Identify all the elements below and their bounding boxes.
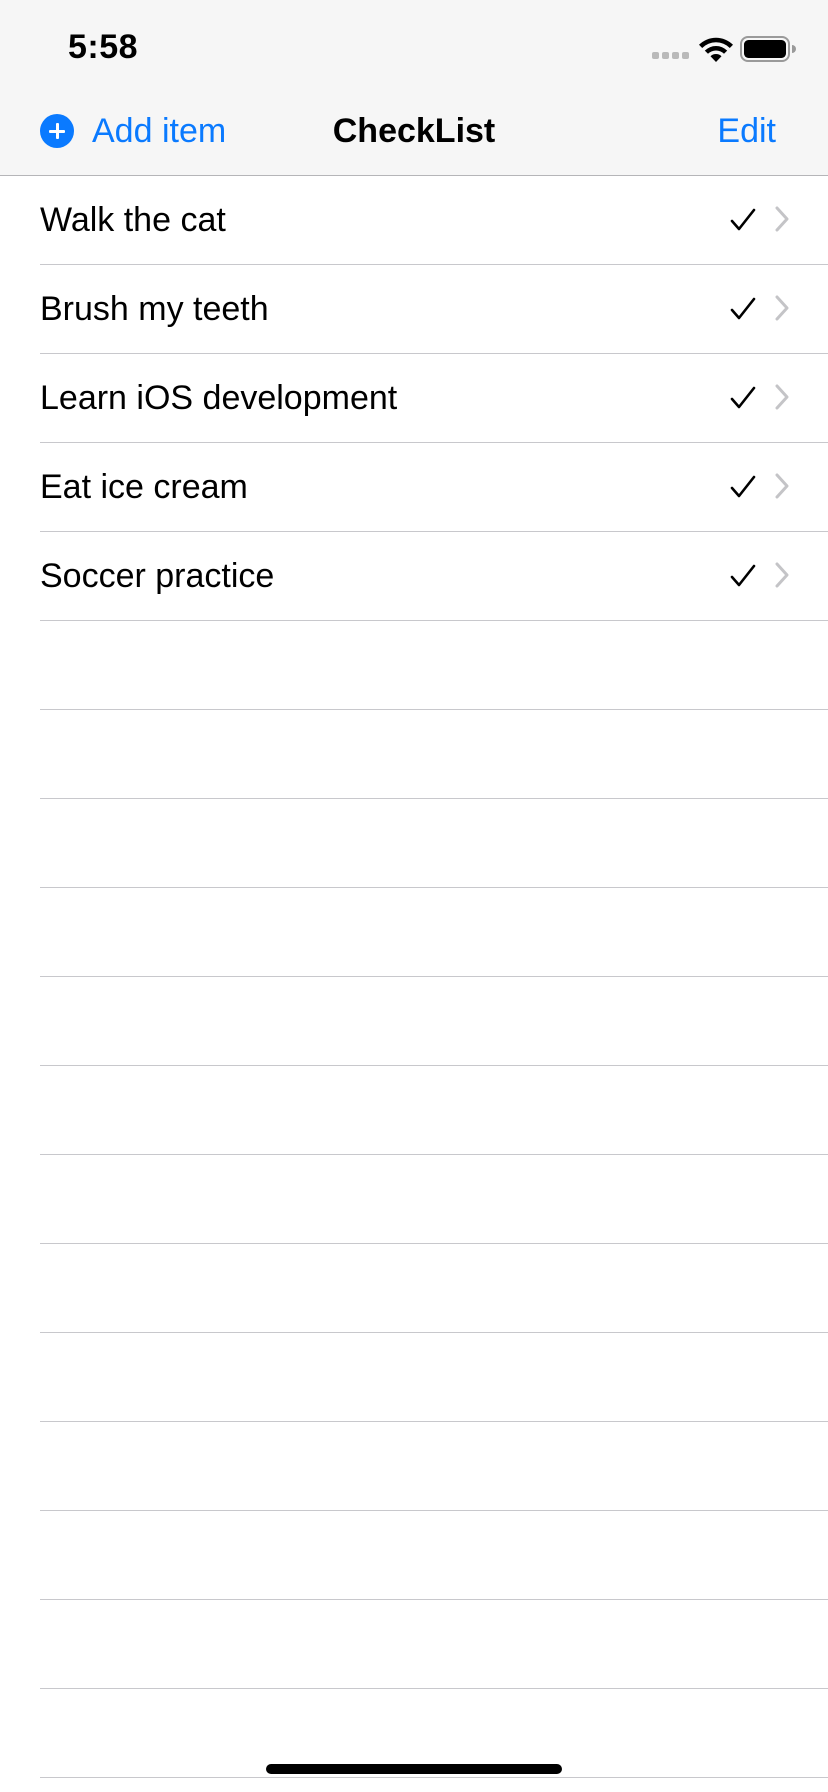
edit-button[interactable]: Edit bbox=[717, 108, 776, 154]
chevron-right-icon bbox=[775, 206, 789, 232]
chevron-right-icon bbox=[775, 473, 789, 499]
row-label: Eat ice cream bbox=[40, 468, 248, 506]
checkmark-icon bbox=[730, 208, 756, 231]
plus-circle-icon bbox=[40, 114, 74, 148]
navigation-bar: Add item CheckList Edit bbox=[0, 88, 828, 176]
row-label: Soccer practice bbox=[40, 557, 275, 595]
row-label: Learn iOS development bbox=[40, 379, 398, 417]
checklist-table: Walk the cat Brush my teeth Learn iOS de… bbox=[0, 176, 828, 1778]
table-row[interactable]: Soccer practice bbox=[40, 532, 828, 621]
chevron-right-icon bbox=[775, 384, 789, 410]
signal-icon bbox=[652, 52, 690, 60]
checkmark-icon bbox=[730, 475, 756, 498]
empty-row bbox=[40, 977, 828, 1066]
add-item-button[interactable]: Add item bbox=[40, 108, 226, 154]
status-bar: 5:58 bbox=[0, 0, 828, 88]
empty-row bbox=[40, 1155, 828, 1244]
empty-row bbox=[40, 888, 828, 977]
home-indicator[interactable] bbox=[266, 1764, 562, 1774]
empty-row bbox=[40, 799, 828, 888]
chevron-right-icon bbox=[775, 562, 789, 588]
chevron-right-icon bbox=[775, 295, 789, 321]
empty-row bbox=[40, 1333, 828, 1422]
checkmark-icon bbox=[730, 386, 756, 409]
empty-row bbox=[40, 1422, 828, 1511]
empty-row bbox=[40, 1066, 828, 1155]
wifi-icon bbox=[699, 37, 733, 62]
empty-row bbox=[40, 1244, 828, 1333]
add-item-label: Add item bbox=[92, 111, 227, 150]
empty-row bbox=[40, 710, 828, 799]
table-row[interactable]: Eat ice cream bbox=[40, 443, 828, 532]
empty-row bbox=[40, 1600, 828, 1689]
status-time: 5:58 bbox=[68, 28, 139, 66]
checklist-screen: 5:58 Add item CheckList Edit Walk the ca… bbox=[0, 0, 828, 1792]
table-row[interactable]: Brush my teeth bbox=[40, 265, 828, 354]
table-row[interactable]: Learn iOS development bbox=[40, 354, 828, 443]
table-row[interactable]: Walk the cat bbox=[40, 176, 828, 265]
battery-icon bbox=[740, 36, 796, 62]
checkmark-icon bbox=[730, 564, 756, 587]
row-label: Brush my teeth bbox=[40, 290, 269, 328]
empty-row bbox=[40, 1511, 828, 1600]
row-label: Walk the cat bbox=[40, 201, 226, 239]
checkmark-icon bbox=[730, 297, 756, 320]
empty-row bbox=[40, 621, 828, 710]
